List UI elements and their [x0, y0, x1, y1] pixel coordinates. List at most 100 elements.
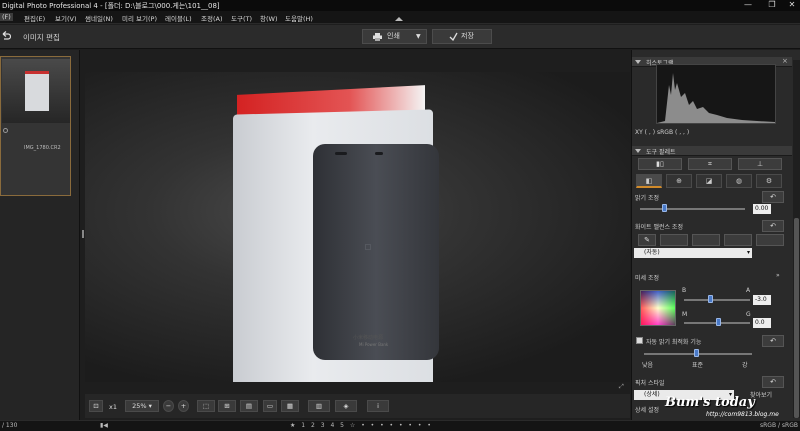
menu-tools[interactable]: 도구(T) — [231, 13, 252, 23]
panel-resize-handle[interactable] — [82, 230, 84, 238]
save-label: 저장 — [461, 32, 474, 40]
printer-icon — [373, 33, 382, 41]
auto-brightness-knob[interactable] — [694, 349, 699, 357]
brightness-knob[interactable] — [662, 204, 667, 212]
highlight-warning-button[interactable]: ▥ — [308, 400, 330, 412]
main-toolbar: 이미지 편집 인쇄 ▼ 저장 — [0, 25, 800, 49]
tool-palette-title: 도구 팔레트 — [646, 149, 676, 156]
chevron-down-icon[interactable]: ▼ — [416, 30, 421, 43]
brightness-value[interactable]: 0.00 — [753, 204, 771, 214]
menu-window[interactable]: 창(W) — [260, 13, 277, 23]
auto-std-label: 표준 — [692, 362, 704, 369]
mg-value[interactable]: 0.0 — [753, 318, 771, 328]
tab-settings[interactable]: ⚙ — [756, 174, 782, 188]
menu-label[interactable]: 레이블(L) — [165, 13, 192, 23]
auto-low-label: 낮음 — [642, 362, 654, 369]
info-button[interactable]: i — [367, 400, 389, 412]
panel-scroll-thumb[interactable] — [794, 218, 799, 418]
menu-file[interactable]: (F) — [0, 13, 13, 21]
window-title: Digital Photo Professional 4 - [폴더: D:\블… — [2, 2, 220, 10]
title-bar: Digital Photo Professional 4 - [폴더: D:\블… — [0, 0, 800, 11]
single-view-button[interactable]: ▭ — [263, 400, 277, 412]
tool-palette-header[interactable]: 도구 팔레트 — [632, 146, 792, 156]
menu-adjust[interactable]: 조정(A) — [201, 13, 222, 23]
thumbnail-image — [2, 59, 70, 123]
g-label: G — [746, 311, 751, 318]
tab-color[interactable]: ◍ — [726, 174, 752, 188]
tab-curve[interactable]: ◪ — [696, 174, 722, 188]
thumbnail-item[interactable]: IMG_1780.CR2 — [0, 56, 71, 196]
wb-select[interactable]: (자동) ▾ — [634, 248, 752, 258]
close-icon[interactable]: × — [782, 57, 788, 65]
expand-icon[interactable]: ⤢ — [619, 383, 629, 391]
wb-preset-1[interactable] — [660, 234, 688, 246]
zoom-x-label[interactable]: x1 — [109, 403, 117, 411]
edited-photo[interactable]: 小米移动电源 Mi Power Bank — [85, 72, 630, 382]
ps-reset-button[interactable]: ↶ — [762, 376, 784, 388]
auto-brightness-checkbox[interactable] — [636, 337, 643, 344]
zoom-out-icon[interactable]: − — [163, 400, 174, 412]
menu-view[interactable]: 보기(V) — [55, 13, 76, 23]
rating-filter[interactable]: ★ 1 2 3 4 5 ☆ • • • • • • • • — [290, 422, 433, 429]
wb-preset-3[interactable] — [724, 234, 752, 246]
zoom-select[interactable]: 25% ▾ — [125, 400, 159, 412]
wb-select-value: (자동) — [644, 249, 660, 256]
auto-brightness-label: 자동 밝기 최적화 기능 — [646, 339, 702, 346]
ba-value[interactable]: -3.0 — [753, 295, 771, 305]
brightness-slider[interactable] — [640, 208, 745, 210]
histogram-graph — [656, 64, 776, 124]
crop-icon[interactable]: ⌗ — [688, 158, 732, 170]
color-grid[interactable] — [640, 290, 676, 326]
histogram-curve — [657, 73, 775, 123]
expand-section-icon[interactable]: » — [776, 272, 780, 279]
brightness-reset-button[interactable]: ↶ — [762, 191, 784, 203]
restore-button[interactable]: ❐ — [764, 0, 780, 11]
minimize-button[interactable]: — — [740, 0, 756, 11]
menu-thumbnail[interactable]: 썸네일(N) — [85, 13, 113, 23]
grid-tool-button[interactable]: ⊞ — [218, 400, 236, 412]
af-point-button[interactable]: ◈ — [335, 400, 357, 412]
watermark-title: Bum's today — [665, 395, 755, 410]
menu-preview[interactable]: 미리 보기(P) — [122, 13, 157, 23]
ba-knob[interactable] — [708, 295, 713, 303]
ba-slider[interactable] — [684, 299, 750, 301]
auto-high-label: 강 — [742, 362, 748, 369]
fit-screen-button[interactable]: ⊡ — [89, 400, 103, 412]
zoom-percent: 25% — [132, 402, 147, 410]
box-caption-sub: Mi Power Bank — [359, 342, 389, 347]
wb-preset-4[interactable] — [756, 234, 784, 246]
auto-reset-button[interactable]: ↶ — [762, 335, 784, 347]
close-button[interactable]: ✕ — [784, 0, 800, 11]
power-bank — [313, 144, 439, 360]
layout-button[interactable]: ▦ — [281, 400, 299, 412]
picture-style-value: (상세) — [644, 391, 660, 398]
crop-tool-button[interactable]: ⬚ — [197, 400, 215, 412]
print-button[interactable]: 인쇄 ▼ — [362, 29, 427, 44]
mi-logo-icon — [365, 244, 371, 250]
zoom-in-icon[interactable]: + — [178, 400, 189, 412]
tab-tone[interactable]: ⊕ — [666, 174, 692, 188]
menu-help[interactable]: 도움말(H) — [285, 13, 313, 23]
menu-edit[interactable]: 편집(E) — [24, 13, 45, 23]
wb-preset-2[interactable] — [692, 234, 720, 246]
collapse-toolbar-icon[interactable] — [395, 17, 403, 21]
image-count: / 130 — [2, 422, 18, 429]
stamp-icon[interactable]: ⊥ — [738, 158, 782, 170]
save-button[interactable]: 저장 — [432, 29, 492, 44]
tool-rgb-button[interactable]: ▮▯ — [638, 158, 682, 170]
collapse-icon[interactable] — [635, 149, 641, 153]
watermark-url: http://com9813.blog.me — [706, 411, 779, 418]
back-arrow-icon[interactable] — [1, 31, 11, 41]
mg-knob[interactable] — [716, 318, 721, 326]
tool-palette-panel: 히스토그램 × XY ( , ) sRGB ( , , ) 도구 팔레트 ▮▯ … — [631, 50, 800, 420]
box-caption: 小米移动电源 — [353, 335, 384, 341]
a-label: A — [746, 287, 751, 294]
first-image-icon[interactable]: ▮◀ — [100, 422, 108, 429]
tab-basic[interactable]: ◧ — [636, 174, 662, 188]
compare-button[interactable]: ▤ — [240, 400, 258, 412]
wb-reset-button[interactable]: ↶ — [762, 220, 784, 232]
b-label: B — [682, 287, 687, 294]
check-mark-icon[interactable] — [3, 128, 8, 133]
collapse-icon[interactable] — [635, 60, 641, 64]
eyedropper-icon[interactable]: ✎ — [638, 234, 656, 246]
